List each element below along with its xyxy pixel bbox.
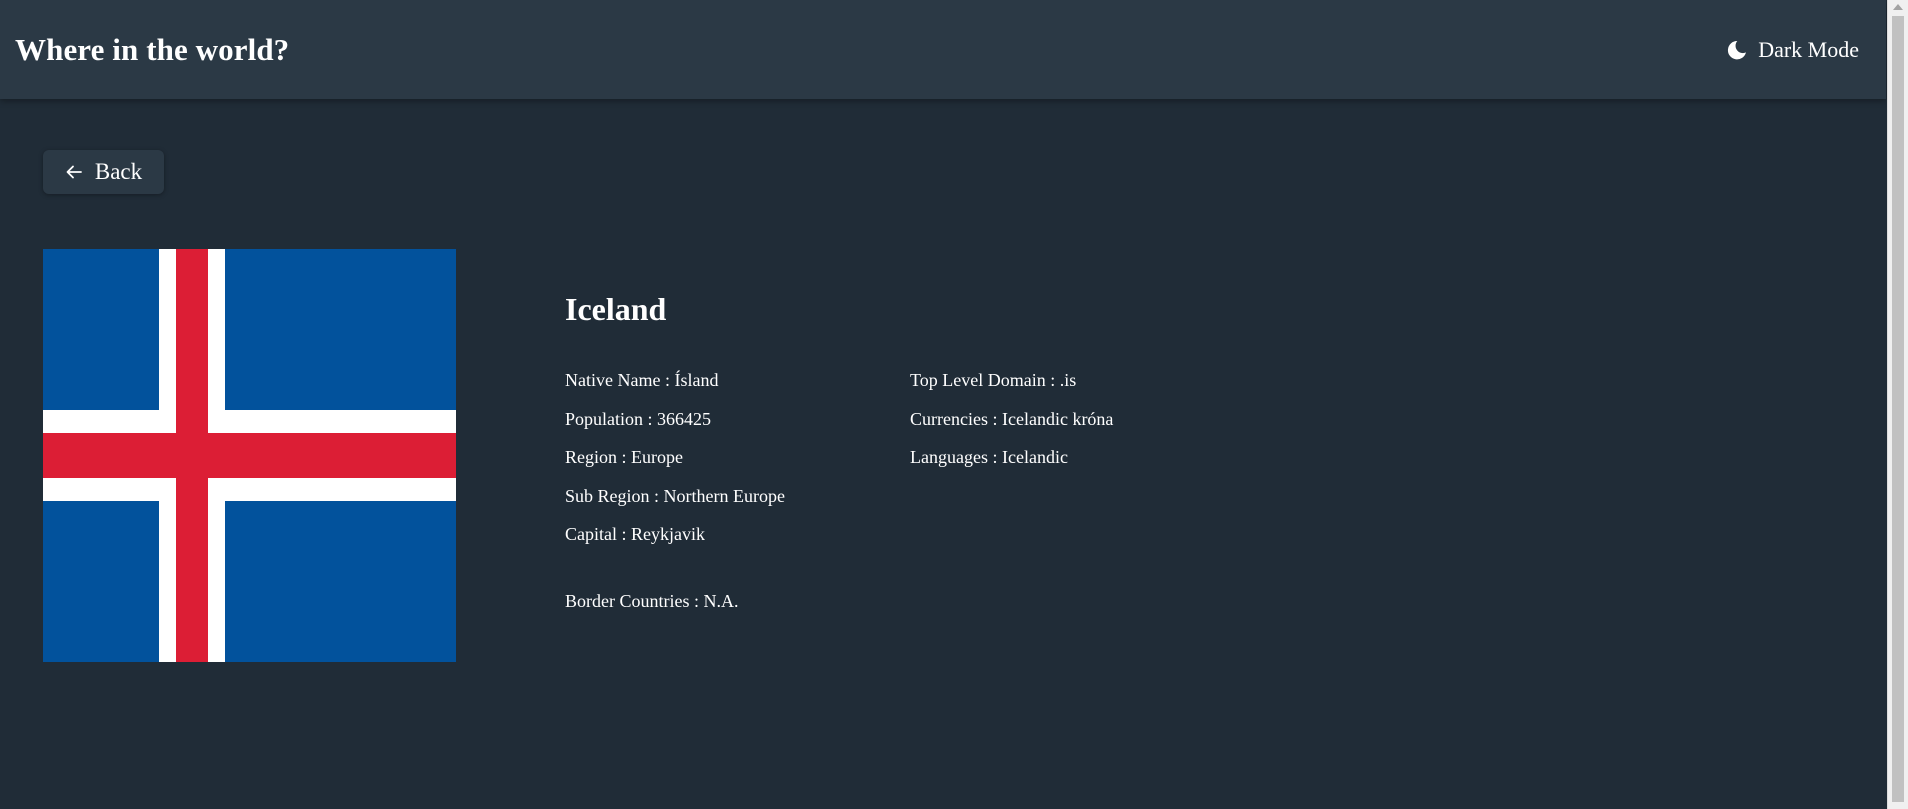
top-header: Where in the world? Dark Mode: [0, 0, 1886, 99]
dark-mode-label: Dark Mode: [1758, 36, 1859, 62]
details-left-column: Native Name : Ísland Population : 366425…: [565, 368, 785, 561]
arrow-left-icon: [65, 164, 83, 180]
detail-population: Population : 366425: [565, 408, 712, 429]
page: Where in the world? Dark Mode Back Icela…: [0, 0, 1908, 809]
detail-languages: Languages : Icelandic: [910, 447, 1068, 468]
border-countries: Border Countries : N.A.: [565, 591, 739, 611]
country-name: Iceland: [565, 291, 667, 327]
detail-sub-region: Sub Region : Northern Europe: [565, 485, 785, 506]
detail-currencies: Currencies : Icelandic króna: [910, 408, 1114, 429]
scrollbar-thumb[interactable]: [1892, 16, 1904, 802]
back-button-label: Back: [94, 159, 143, 184]
site-title: Where in the world?: [15, 31, 290, 67]
moon-icon: [1726, 39, 1748, 61]
flag-image: [43, 249, 456, 662]
detail-region: Region : Europe: [565, 447, 683, 468]
scroll-up-arrow-icon[interactable]: [1893, 4, 1903, 10]
detail-native-name: Native Name : Ísland: [565, 370, 719, 390]
details-right-column: Top Level Domain : .is Currencies : Icel…: [910, 368, 1113, 484]
back-button[interactable]: Back: [43, 150, 164, 194]
detail-top-level-domain: Top Level Domain : .is: [910, 370, 1077, 390]
vertical-scrollbar[interactable]: [1887, 0, 1908, 809]
detail-capital: Capital : Reykjavik: [565, 524, 706, 545]
dark-mode-toggle[interactable]: Dark Mode: [1726, 37, 1859, 63]
flag-cross-red-horizontal: [43, 433, 456, 478]
